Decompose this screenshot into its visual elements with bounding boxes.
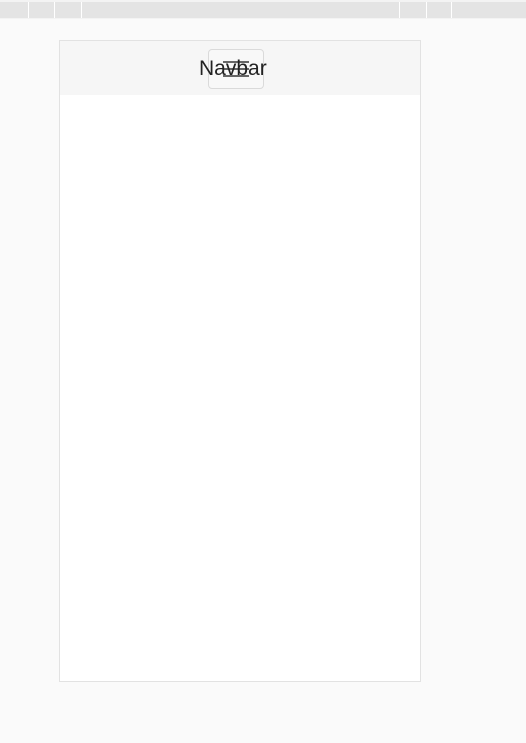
top-toolbar (0, 0, 526, 19)
toolbar-segment[interactable] (0, 2, 28, 18)
toolbar-segment[interactable] (54, 2, 81, 18)
toolbar-segment[interactable] (426, 2, 451, 18)
toolbar-segment[interactable] (81, 2, 399, 18)
toolbar-segment[interactable] (28, 2, 54, 18)
navbar-brand[interactable]: Navbar (199, 57, 267, 81)
toolbar-segment[interactable] (399, 2, 426, 18)
toolbar-strip (0, 2, 526, 18)
toolbar-segment[interactable] (451, 2, 526, 18)
navbar: Navbar (60, 41, 420, 95)
device-frame: Navbar (59, 40, 421, 682)
